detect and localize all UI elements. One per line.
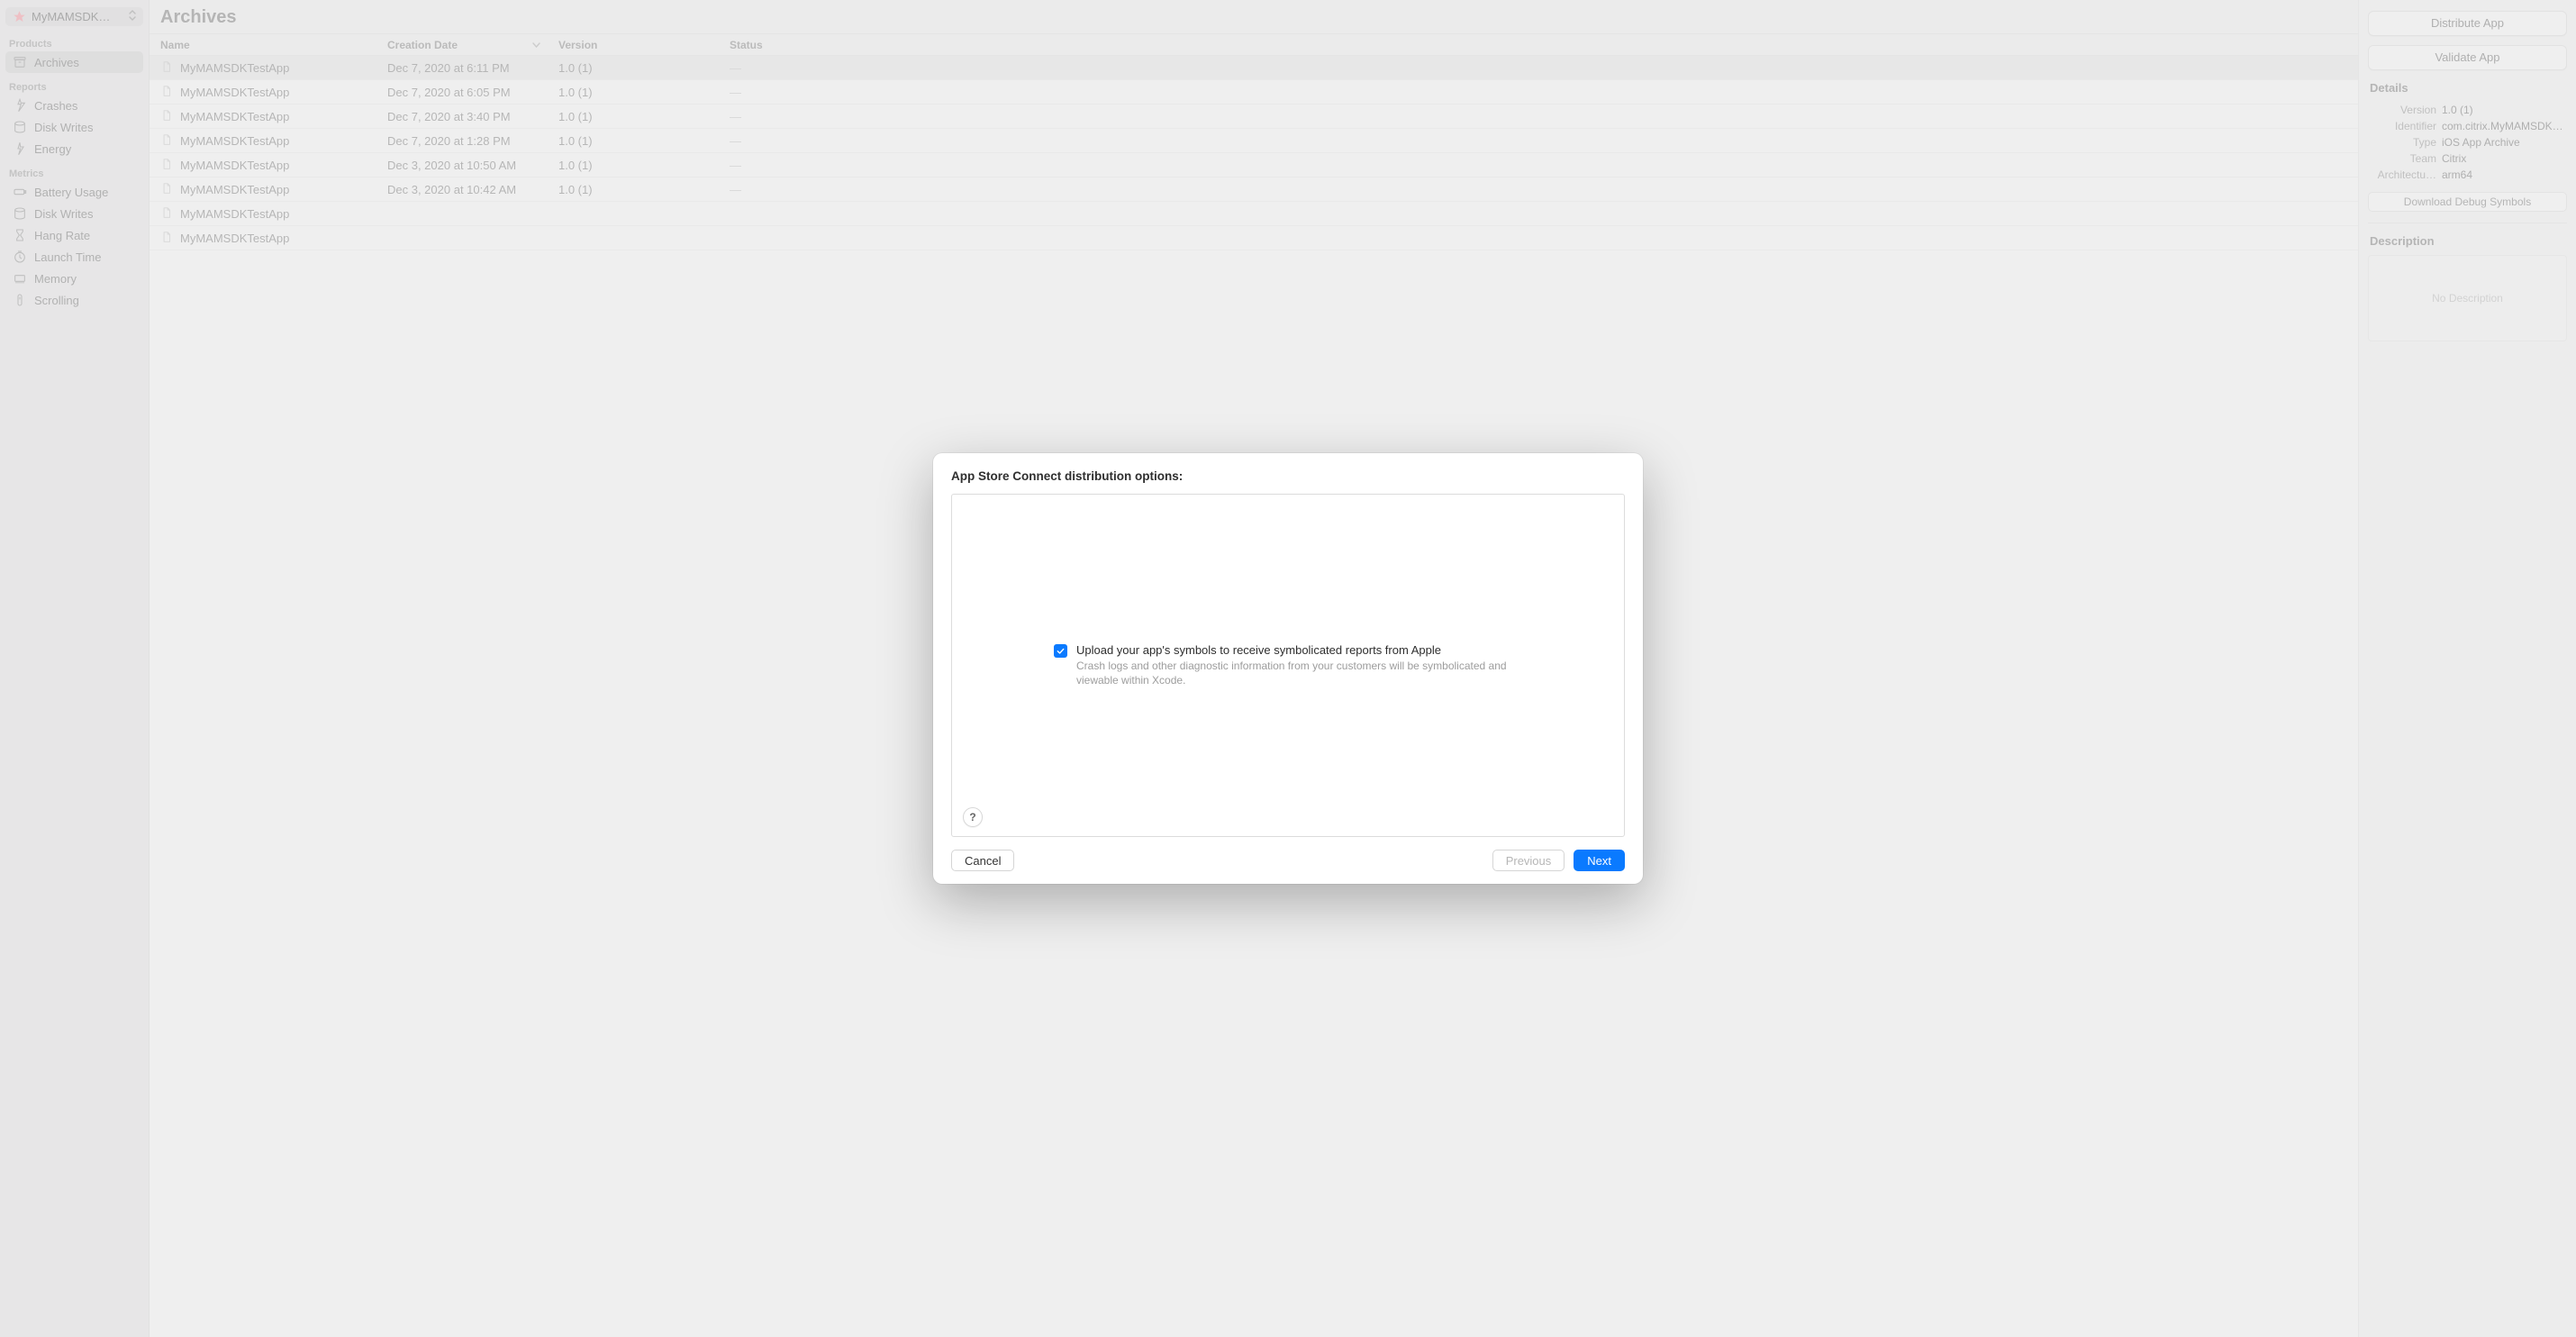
modal-title: App Store Connect distribution options: [951, 469, 1625, 483]
help-button[interactable]: ? [963, 807, 983, 827]
previous-button: Previous [1492, 850, 1565, 871]
option-hint: Crash logs and other diagnostic informat… [1076, 659, 1522, 687]
next-button[interactable]: Next [1574, 850, 1625, 871]
modal-wrap: App Store Connect distribution options: … [0, 0, 2576, 1337]
distribution-options-sheet: App Store Connect distribution options: … [933, 453, 1643, 884]
cancel-button[interactable]: Cancel [951, 850, 1014, 871]
check-icon [1056, 646, 1066, 656]
upload-symbols-checkbox[interactable] [1054, 644, 1067, 658]
option-label: Upload your app's symbols to receive sym… [1076, 643, 1522, 657]
modal-content: Upload your app's symbols to receive sym… [951, 494, 1625, 837]
